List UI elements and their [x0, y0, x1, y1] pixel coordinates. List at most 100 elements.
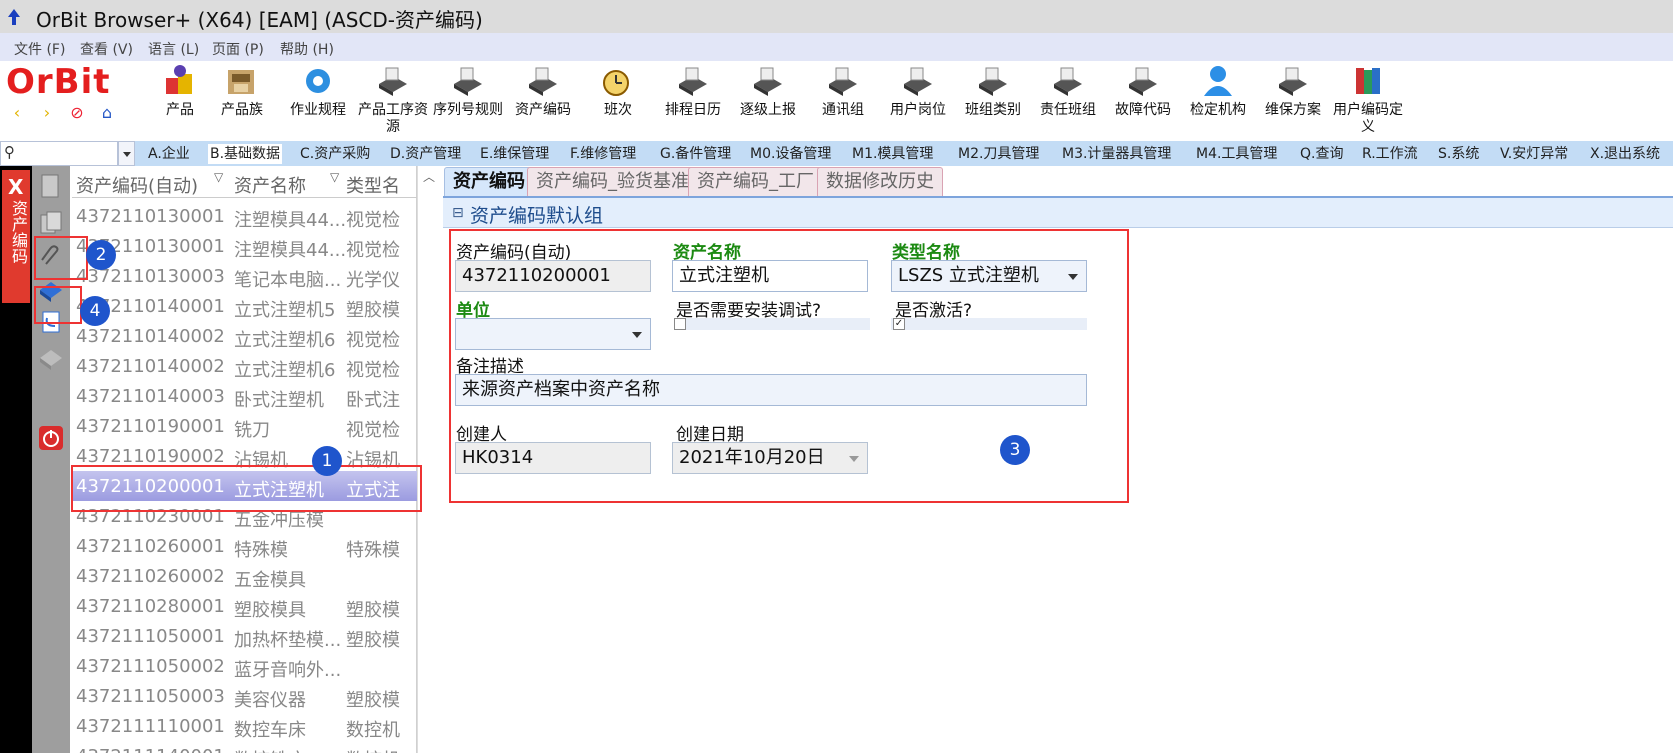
- table-row[interactable]: 4372110130003 笔记本电脑... 光学仪: [72, 261, 417, 291]
- table-row[interactable]: 4372110140002 立式注塑机6 视觉检: [72, 351, 417, 381]
- tool-team-category[interactable]: 班组类别: [955, 64, 1031, 119]
- table-row[interactable]: 4372110260002 五金模具: [72, 561, 417, 591]
- tool-user-post[interactable]: 用户岗位: [880, 64, 956, 119]
- chevron-up-icon[interactable]: ︿: [423, 168, 435, 185]
- tool-label: 产品族: [221, 102, 263, 118]
- collapse-icon[interactable]: ⊟: [452, 205, 464, 221]
- table-row[interactable]: 4372111050002 蓝牙音响外...: [72, 651, 417, 681]
- module-tab-s[interactable]: S.系统: [1436, 144, 1481, 164]
- tab-factory[interactable]: 资产编码_工厂: [688, 167, 823, 197]
- home-icon[interactable]: ⌂: [98, 104, 116, 122]
- tool-label: 班组类别: [965, 102, 1021, 118]
- delete-record-icon[interactable]: [37, 344, 65, 372]
- new-record-icon[interactable]: [37, 172, 65, 200]
- power-off-icon[interactable]: [37, 424, 65, 452]
- tool-label: 用户编码定义: [1333, 102, 1403, 135]
- printer-icon: [529, 67, 557, 96]
- module-tab-q[interactable]: Q.查询: [1298, 144, 1345, 164]
- cell-asset-name: 卧式注塑机: [234, 390, 324, 411]
- column-header-asset-name[interactable]: 资产名称: [234, 172, 306, 198]
- module-tab-m4[interactable]: M4.工具管理: [1194, 144, 1279, 164]
- menu-page[interactable]: 页面 (P): [212, 39, 264, 59]
- tool-user-code-definition[interactable]: 用户编码定义: [1330, 64, 1406, 136]
- module-tab-v[interactable]: V.安灯异常: [1498, 144, 1570, 164]
- menu-language[interactable]: 语言 (L): [148, 39, 199, 59]
- cell-type-name: 光学仪: [346, 270, 400, 291]
- table-row[interactable]: 4372111050001 加热杯垫模... 塑胶模: [72, 621, 417, 651]
- tool-comm-group[interactable]: 通讯组: [805, 64, 881, 119]
- module-tab-x[interactable]: X.退出系统: [1588, 144, 1662, 164]
- person-icon: [1204, 66, 1232, 96]
- cell-asset-name: 数控车床: [234, 720, 306, 741]
- table-row[interactable]: 4372111140001 数控铣床 数控机: [72, 741, 417, 753]
- tab-asset-code[interactable]: 资产编码: [444, 167, 534, 197]
- module-tab-b[interactable]: B.基础数据: [208, 144, 283, 164]
- table-row[interactable]: 4372110140002 立式注塑机6 视觉检: [72, 321, 417, 351]
- printer-icon: [1054, 67, 1082, 96]
- tool-shift[interactable]: 班次: [580, 64, 656, 119]
- module-tab-r[interactable]: R.工作流: [1360, 144, 1420, 164]
- tool-verification-agency[interactable]: 检定机构: [1180, 64, 1256, 119]
- tool-responsible-team[interactable]: 责任班组: [1030, 64, 1106, 119]
- tool-product-family[interactable]: 产品族: [204, 64, 280, 119]
- tool-label: 序列号规则: [433, 102, 503, 118]
- table-row[interactable]: 4372110140001 立式注塑机5 塑胶模: [72, 291, 417, 321]
- table-row[interactable]: 4372110130001 注塑模具44... 视觉检: [72, 231, 417, 261]
- menu-file[interactable]: 文件 (F): [14, 39, 65, 59]
- module-tab-f[interactable]: F.维修管理: [568, 144, 638, 164]
- product-icon: [166, 65, 192, 94]
- table-row[interactable]: 4372110260001 特殊模 特殊模: [72, 531, 417, 561]
- table-row[interactable]: 4372111110001 数控车床 数控机: [72, 711, 417, 741]
- tool-asset-code[interactable]: 资产编码: [505, 64, 581, 119]
- tool-work-procedure[interactable]: 作业规程: [280, 64, 356, 119]
- tool-label: 作业规程: [290, 102, 346, 118]
- table-row[interactable]: 4372111050003 美容仪器 塑胶模: [72, 681, 417, 711]
- table-row[interactable]: 4372110130001 注塑模具44... 视觉检: [72, 201, 417, 231]
- tab-inspection-standard[interactable]: 资产编码_验货基准: [527, 167, 698, 197]
- table-row[interactable]: 4372110140003 卧式注塑机 卧式注: [72, 381, 417, 411]
- tool-maintenance-plan[interactable]: 维保方案: [1255, 64, 1331, 119]
- annotation-box-1: [71, 465, 422, 512]
- tab-change-history[interactable]: 数据修改历史: [817, 167, 943, 197]
- tool-fault-code[interactable]: 故障代码: [1105, 64, 1181, 119]
- cell-asset-code: 4372111110001: [76, 716, 225, 737]
- filter-icon[interactable]: ▽: [214, 170, 223, 184]
- cell-asset-code: 4372110140002: [76, 356, 225, 377]
- cell-asset-name: 立式注塑机6: [234, 360, 336, 381]
- module-tab-e[interactable]: E.维保管理: [478, 144, 551, 164]
- copy-record-icon[interactable]: [37, 210, 65, 238]
- module-tab-a[interactable]: A.企业: [146, 144, 192, 164]
- search-input[interactable]: ⚲: [0, 141, 118, 166]
- column-header-asset-code[interactable]: 资产编码(自动): [76, 172, 198, 198]
- back-arrow-icon[interactable]: ‹: [8, 104, 26, 122]
- column-header-type-name[interactable]: 类型名: [346, 172, 400, 198]
- menu-help[interactable]: 帮助 (H): [280, 39, 334, 59]
- brand-logo: OrBit: [6, 62, 111, 102]
- module-tab-m3[interactable]: M3.计量器具管理: [1060, 144, 1173, 164]
- close-icon[interactable]: X: [8, 175, 23, 199]
- search-dropdown-button[interactable]: [118, 141, 135, 166]
- module-tab-m0[interactable]: M0.设备管理: [748, 144, 833, 164]
- tool-process-resource[interactable]: 产品工序资源: [355, 64, 431, 136]
- table-row[interactable]: 4372110280001 塑胶模具 塑胶模: [72, 591, 417, 621]
- cell-type-name: 视觉检: [346, 360, 400, 381]
- list-scrollbar[interactable]: ︿: [417, 166, 441, 753]
- tool-serial-rule[interactable]: 序列号规则: [430, 64, 506, 119]
- module-tab-g[interactable]: G.备件管理: [658, 144, 733, 164]
- menu-view[interactable]: 查看 (V): [80, 39, 133, 59]
- tool-escalation[interactable]: 逐级上报: [730, 64, 806, 119]
- tool-schedule-calendar[interactable]: 排程日历: [655, 64, 731, 119]
- cell-type-name: 视觉检: [346, 330, 400, 351]
- module-tab-m1[interactable]: M1.模具管理: [850, 144, 935, 164]
- forward-arrow-icon[interactable]: ›: [38, 104, 56, 122]
- module-tab-m2[interactable]: M2.刀具管理: [956, 144, 1041, 164]
- cell-asset-code: 4372110260001: [76, 536, 225, 557]
- module-tab-d[interactable]: D.资产管理: [388, 144, 463, 164]
- cell-asset-name: 笔记本电脑...: [234, 270, 342, 291]
- table-row[interactable]: 4372110190001 铣刀 视觉检: [72, 411, 417, 441]
- module-tab-c[interactable]: C.资产采购: [298, 144, 372, 164]
- stop-icon[interactable]: ⊘: [68, 104, 86, 122]
- cell-type-name: 特殊模: [346, 540, 400, 561]
- cell-type-name: 数控机: [346, 746, 400, 753]
- filter-icon[interactable]: ▽: [330, 170, 339, 184]
